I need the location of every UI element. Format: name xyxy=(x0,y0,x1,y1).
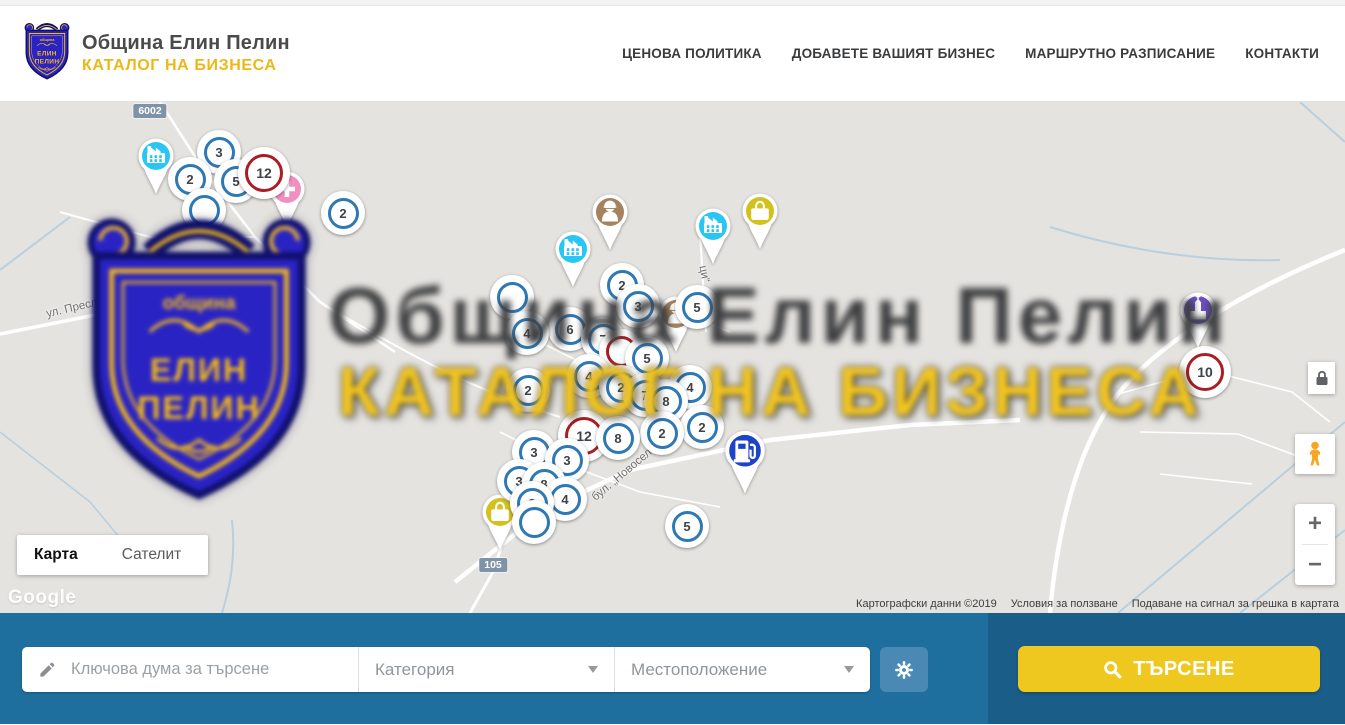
chevron-down-icon xyxy=(588,666,598,673)
attribution-report-link[interactable]: Подаване на сигнал за грешка в картата xyxy=(1132,598,1339,610)
street-view-pegman[interactable] xyxy=(1295,434,1335,474)
search-button-label: ТЪРСЕНЕ xyxy=(1133,658,1235,681)
category-select-value: Категория xyxy=(375,660,576,680)
map-attribution: Картографски данни ©2019 Условия за полз… xyxy=(856,598,1339,610)
search-icon xyxy=(1103,660,1122,679)
pencil-icon xyxy=(38,660,57,679)
map-marker-bag[interactable] xyxy=(737,191,783,256)
site-title: Община Елин Пелин xyxy=(82,32,290,55)
map-marker-factory[interactable] xyxy=(690,206,736,271)
location-select-value: Местоположение xyxy=(631,660,832,680)
map-cluster[interactable]: 12 xyxy=(238,147,290,199)
google-logo[interactable]: Google xyxy=(8,587,76,609)
svg-text:община: община xyxy=(40,38,56,42)
lock-icon xyxy=(1315,370,1329,386)
road-number-badge: 105 xyxy=(479,558,507,572)
zoom-out-button[interactable]: − xyxy=(1295,545,1335,585)
watermark-subtitle: КАТАЛОГ НА БИЗНЕСА xyxy=(338,352,1202,431)
map-type-control: Карта Сателит xyxy=(17,535,208,575)
map-cluster[interactable]: 2 xyxy=(321,191,365,235)
nav-item-pricing[interactable]: ЦЕНОВА ПОЛИТИКА xyxy=(622,46,762,61)
nav-item-contacts[interactable]: КОНТАКТИ xyxy=(1245,46,1319,61)
watermark-title: Община Елин Пелин xyxy=(328,270,1231,362)
map-cluster[interactable] xyxy=(512,500,556,544)
chevron-down-icon xyxy=(844,666,854,673)
main-nav: ЦЕНОВА ПОЛИТИКА ДОБАВЕТЕ ВАШИЯТ БИЗНЕС М… xyxy=(622,46,1321,61)
map-type-satellite-button[interactable]: Сателит xyxy=(95,535,208,575)
watermark-emblem: община ЕЛИН ПЕЛИН xyxy=(85,214,313,508)
svg-text:ПЕЛИН: ПЕЛИН xyxy=(35,58,60,65)
attribution-terms-link[interactable]: Условия за ползване xyxy=(1011,598,1118,610)
map-marker-fuel[interactable] xyxy=(719,428,771,501)
keyword-search-input[interactable] xyxy=(69,659,342,680)
search-input-group: Категория Местоположение xyxy=(22,647,870,692)
map-cluster[interactable]: 5 xyxy=(665,504,709,548)
category-select[interactable]: Категория xyxy=(358,647,614,692)
map-canvas[interactable]: ул. Преславбул. „Новоселци“6002105 xyxy=(0,102,1345,613)
header: община ЕЛИН ПЕЛИН Община Елин Пелин КАТА… xyxy=(0,6,1345,102)
road-number-badge: 6002 xyxy=(133,104,166,118)
brand[interactable]: община ЕЛИН ПЕЛИН Община Елин Пелин КАТА… xyxy=(24,22,290,85)
advanced-settings-button[interactable] xyxy=(880,647,928,692)
svg-text:ПЕЛИН: ПЕЛИН xyxy=(137,390,260,426)
site-subtitle: КАТАЛОГ НА БИЗНЕСА xyxy=(82,57,290,75)
svg-text:ЕЛИН: ЕЛИН xyxy=(150,352,248,388)
zoom-in-button[interactable]: + xyxy=(1295,504,1335,544)
map-type-map-button[interactable]: Карта xyxy=(17,535,95,575)
svg-text:община: община xyxy=(162,293,235,314)
attribution-copyright: Картографски данни ©2019 xyxy=(856,598,997,610)
gear-icon xyxy=(893,659,915,681)
municipality-logo: община ЕЛИН ПЕЛИН xyxy=(24,22,70,85)
nav-item-transport-schedule[interactable]: МАРШРУТНО РАЗПИСАНИЕ xyxy=(1025,46,1215,61)
search-button[interactable]: ТЪРСЕНЕ xyxy=(1018,646,1320,692)
map-lock-button[interactable] xyxy=(1308,362,1335,394)
search-bar: Категория Местоположение xyxy=(0,613,1345,724)
keyword-section xyxy=(22,647,358,692)
zoom-control: + − xyxy=(1295,504,1335,585)
svg-text:ЕЛИН: ЕЛИН xyxy=(37,51,57,58)
location-select[interactable]: Местоположение xyxy=(614,647,870,692)
nav-item-add-business[interactable]: ДОБАВЕТЕ ВАШИЯТ БИЗНЕС xyxy=(792,46,995,61)
pegman-icon xyxy=(1305,441,1325,467)
